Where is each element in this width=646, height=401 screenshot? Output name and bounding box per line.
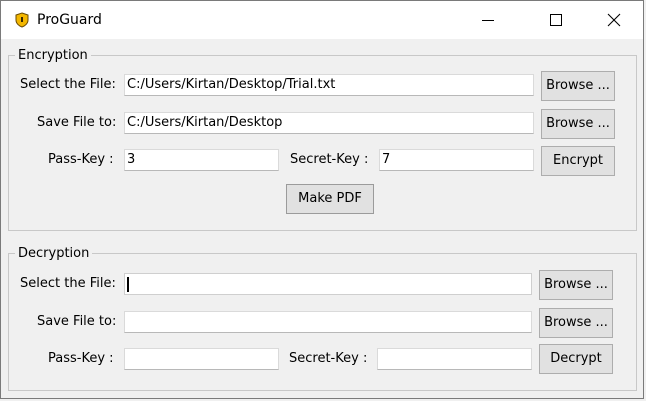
- enc-passkey-label: Pass-Key :: [48, 152, 114, 167]
- enc-secretkey-label: Secret-Key :: [290, 152, 369, 167]
- enc-browse-save-button[interactable]: Browse ...: [541, 109, 615, 139]
- close-button[interactable]: [591, 1, 637, 39]
- minimize-icon: [482, 20, 494, 21]
- decryption-legend: Decryption: [18, 246, 90, 261]
- enc-save-file-label: Save File to:: [37, 115, 117, 130]
- enc-secretkey-input[interactable]: 7: [379, 149, 534, 171]
- encryption-legend: Encryption: [18, 48, 88, 63]
- dec-secretkey-label: Secret-Key :: [289, 351, 368, 366]
- dec-save-file-label: Save File to:: [37, 314, 117, 329]
- encrypt-button[interactable]: Encrypt: [541, 146, 615, 176]
- dec-browse-save-button[interactable]: Browse ...: [539, 308, 613, 338]
- dec-secretkey-input[interactable]: [377, 348, 532, 370]
- decrypt-button[interactable]: Decrypt: [539, 344, 613, 374]
- dec-select-file-label: Select the File:: [20, 276, 116, 291]
- close-icon: [607, 13, 621, 27]
- text-caret: [127, 277, 129, 292]
- dec-browse-file-button[interactable]: Browse ...: [539, 270, 613, 300]
- maximize-icon: [550, 14, 562, 26]
- enc-passkey-input[interactable]: 3: [124, 149, 279, 171]
- shield-icon: [14, 12, 30, 28]
- enc-browse-file-button[interactable]: Browse ...: [541, 71, 615, 101]
- title-bar[interactable]: ProGuard: [1, 1, 643, 39]
- minimize-button[interactable]: [465, 1, 511, 39]
- maximize-button[interactable]: [533, 1, 579, 39]
- enc-save-file-input[interactable]: C:/Users/Kirtan/Desktop: [124, 112, 534, 134]
- dec-passkey-label: Pass-Key :: [48, 351, 114, 366]
- app-window: ProGuard Encryption Select the File: C:/…: [0, 0, 644, 399]
- dec-save-file-input[interactable]: [124, 311, 532, 333]
- window-title: ProGuard: [37, 12, 102, 28]
- dec-passkey-input[interactable]: [124, 348, 279, 370]
- enc-select-file-label: Select the File:: [20, 77, 116, 92]
- make-pdf-button[interactable]: Make PDF: [286, 184, 374, 214]
- enc-select-file-input[interactable]: C:/Users/Kirtan/Desktop/Trial.txt: [124, 74, 534, 96]
- dec-select-file-input[interactable]: [124, 273, 532, 295]
